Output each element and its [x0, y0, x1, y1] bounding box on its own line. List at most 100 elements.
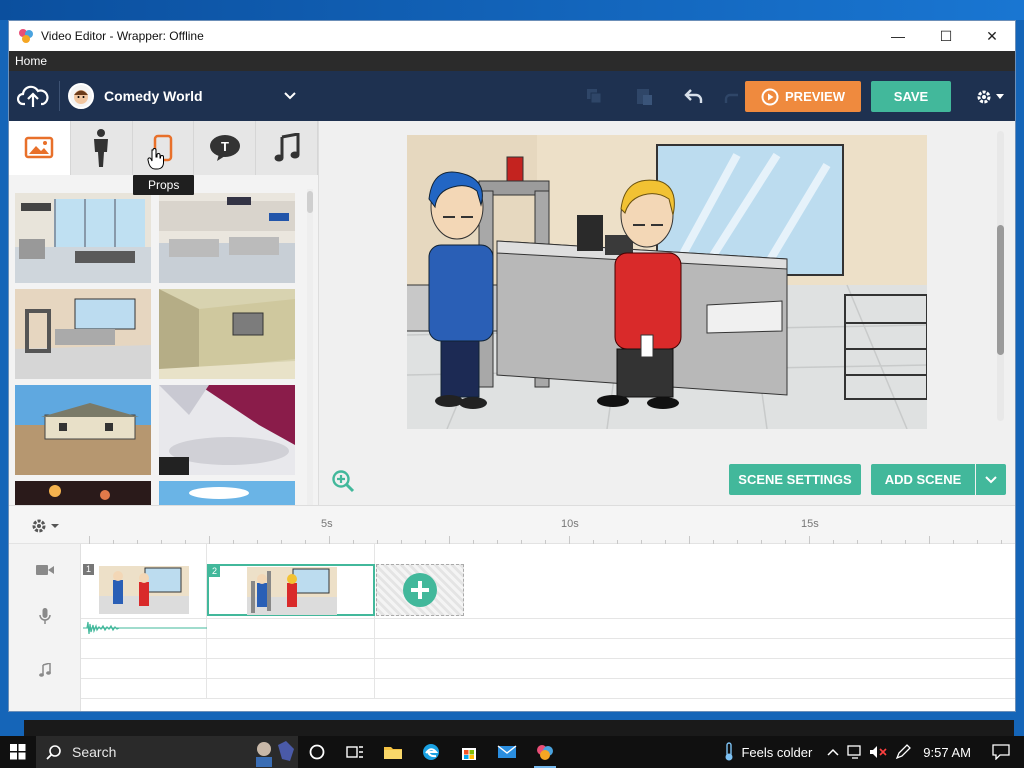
theme-avatar[interactable]: [68, 83, 94, 109]
maximize-button[interactable]: ☐: [923, 21, 969, 51]
task-view-icon-button[interactable]: [336, 736, 374, 768]
tab-sound[interactable]: [256, 121, 318, 175]
ruler-tick: [737, 540, 738, 544]
scene-number: 2: [209, 566, 220, 577]
ruler-tick: [329, 536, 330, 544]
background-thumbnail[interactable]: [159, 481, 295, 505]
music-note-icon: [274, 133, 300, 162]
menu-bar: Home: [9, 51, 1015, 71]
tab-text[interactable]: T: [194, 121, 257, 175]
ruler-tick: [617, 540, 618, 544]
scene-thumbnail[interactable]: 1: [83, 564, 191, 616]
ruler-tick: [545, 540, 546, 544]
theme-selector-label[interactable]: Comedy World: [104, 88, 284, 104]
ruler-tick: [689, 536, 690, 544]
add-scene-dropdown[interactable]: [976, 464, 1006, 495]
ruler-tick: [137, 540, 138, 544]
asset-scrollbar[interactable]: [307, 189, 313, 505]
ruler-tick: [89, 536, 90, 544]
background-window-edge: [24, 720, 1014, 736]
scene-thumbnail-selected[interactable]: 2: [207, 564, 375, 616]
svg-text:T: T: [221, 139, 229, 154]
voice-waveform[interactable]: [83, 620, 207, 636]
menu-home[interactable]: Home: [15, 54, 47, 68]
save-label: SAVE: [893, 89, 929, 104]
ruler-tick: [809, 536, 810, 544]
tick-label: 5s: [321, 518, 333, 530]
thermometer-icon: [725, 742, 733, 761]
ruler-tick: [521, 540, 522, 544]
volume-muted-icon[interactable]: [869, 745, 887, 759]
timeline: 5s 10s 15s 1 2: [9, 505, 1015, 711]
wrapper-app-button[interactable]: [526, 736, 564, 768]
edge-icon: [423, 744, 439, 760]
close-button[interactable]: ✕: [969, 21, 1015, 51]
taskbar-search-box[interactable]: Search: [36, 736, 298, 768]
track-divider: [81, 678, 1015, 679]
background-thumbnail[interactable]: [15, 193, 151, 283]
stage-scrollbar[interactable]: [997, 131, 1004, 421]
upload-cloud-button[interactable]: [15, 78, 51, 114]
ruler-tick: [425, 540, 426, 544]
start-button[interactable]: [0, 736, 36, 768]
background-thumbnail[interactable]: [15, 481, 151, 505]
minimize-button[interactable]: —: [875, 21, 921, 51]
toolbar-divider: [59, 81, 60, 111]
microphone-icon: [35, 606, 55, 626]
tab-characters[interactable]: [71, 121, 133, 175]
ruler-tick: [281, 540, 282, 544]
app-window: Video Editor - Wrapper: Offline — ☐ ✕ Ho…: [8, 20, 1016, 712]
track-labels: [9, 544, 81, 711]
save-button[interactable]: SAVE: [871, 81, 951, 112]
pen-icon[interactable]: [895, 744, 912, 760]
window-title: Video Editor - Wrapper: Offline: [41, 29, 204, 43]
preview-button[interactable]: PREVIEW: [745, 81, 861, 112]
background-thumbnail[interactable]: [159, 385, 295, 475]
search-placeholder: Search: [72, 744, 117, 760]
notification-icon[interactable]: [992, 744, 1010, 760]
scene-stage[interactable]: [407, 135, 927, 429]
ruler-tick: [305, 540, 306, 544]
ruler-tick: [257, 540, 258, 544]
timeline-settings-icon[interactable]: [29, 516, 61, 536]
tab-backgrounds[interactable]: [9, 121, 71, 175]
paste-button[interactable]: [619, 71, 669, 121]
weather-text[interactable]: Feels colder: [741, 745, 812, 760]
settings-menu-button[interactable]: [969, 81, 1009, 112]
scene-settings-button[interactable]: SCENE SETTINGS: [729, 464, 861, 495]
system-tray: Feels colder 9:57 AM: [722, 736, 1024, 768]
mail-button[interactable]: [488, 736, 526, 768]
clock-time[interactable]: 9:57 AM: [923, 745, 971, 760]
background-thumbnail[interactable]: [159, 193, 295, 283]
background-thumbnail[interactable]: [15, 289, 151, 379]
undo-button[interactable]: [669, 71, 719, 121]
ruler-tick: [857, 540, 858, 544]
add-scene-placeholder[interactable]: [376, 564, 464, 616]
ruler-tick: [953, 540, 954, 544]
redo-button[interactable]: [719, 71, 743, 121]
tick-label: 15s: [801, 518, 819, 530]
speech-bubble-icon: T: [209, 135, 240, 161]
timeline-ruler[interactable]: 5s 10s 15s: [9, 506, 1015, 544]
copy-button[interactable]: [569, 71, 619, 121]
redo-icon: [724, 93, 738, 103]
plus-circle-icon: [403, 573, 437, 607]
file-explorer-button[interactable]: [374, 736, 412, 768]
scene-number: 1: [83, 564, 94, 575]
paste-icon: [637, 89, 652, 105]
edge-browser-button[interactable]: [412, 736, 450, 768]
add-scene-button[interactable]: ADD SCENE: [871, 464, 975, 495]
mail-icon: [497, 745, 517, 758]
hand-cursor-icon: [147, 148, 164, 170]
track-divider: [81, 618, 1015, 619]
store-button[interactable]: [450, 736, 488, 768]
edit-tools: [569, 71, 743, 121]
chevron-down-icon[interactable]: [284, 89, 296, 103]
task-view-button[interactable]: [298, 736, 336, 768]
zoom-in-icon[interactable]: [331, 469, 355, 493]
chevron-up-icon[interactable]: [827, 748, 839, 756]
search-highlight-icon: [256, 741, 294, 767]
background-thumbnail[interactable]: [159, 289, 295, 379]
background-thumbnail[interactable]: [15, 385, 151, 475]
network-icon[interactable]: [847, 745, 865, 759]
